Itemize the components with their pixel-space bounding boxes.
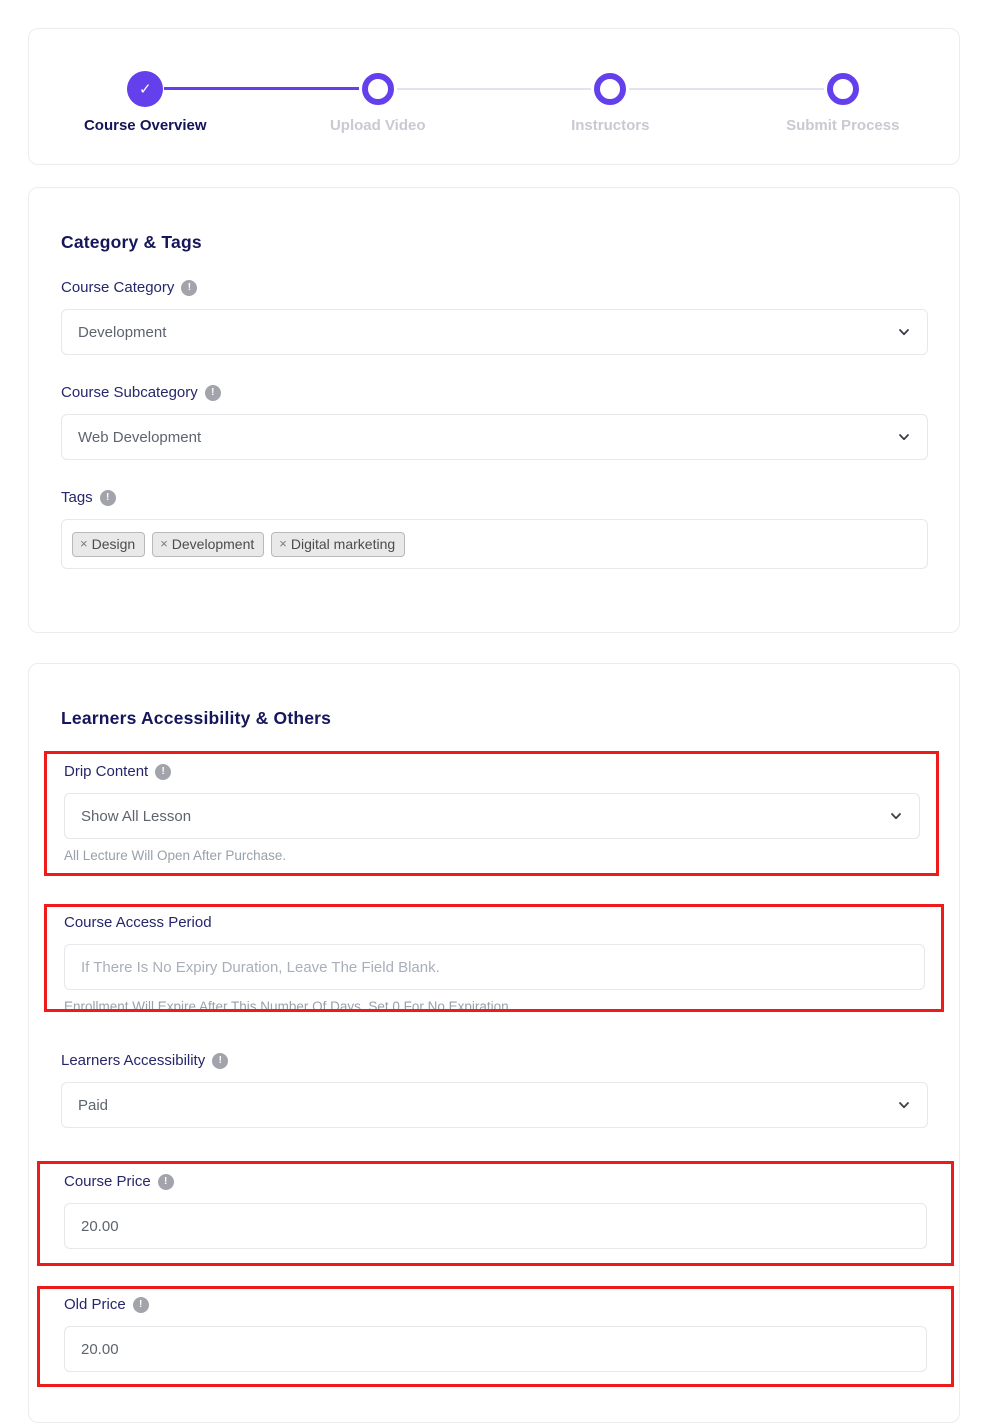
course-category-select[interactable]: Development: [61, 309, 928, 355]
step-circle[interactable]: [594, 73, 626, 105]
drip-content-value: Show All Lesson: [81, 808, 191, 825]
highlight-box-drip-content: Drip Content ! Show All Lesson All Lectu…: [44, 751, 939, 876]
tag-chip-label: Design: [92, 536, 136, 552]
chevron-down-icon: [889, 809, 903, 823]
stepper-connector: [727, 88, 824, 90]
step-circle[interactable]: [827, 73, 859, 105]
step-label: Submit Process: [786, 117, 899, 134]
info-icon[interactable]: !: [155, 764, 171, 780]
stepper-card: ✓ Course Overview Upload Video I: [28, 28, 960, 165]
course-subcategory-label: Course Subcategory: [61, 384, 198, 401]
learners-accessibility-card: Learners Accessibility & Others Drip Con…: [28, 663, 960, 1423]
drip-content-select[interactable]: Show All Lesson: [64, 793, 920, 839]
step-instructors: Instructors: [494, 71, 727, 134]
remove-tag-icon[interactable]: ×: [279, 536, 287, 551]
course-subcategory-select[interactable]: Web Development: [61, 414, 928, 460]
check-icon: ✓: [139, 80, 152, 98]
course-form-page: ✓ Course Overview Upload Video I: [0, 0, 988, 1423]
step-course-overview: ✓ Course Overview: [29, 71, 262, 134]
chevron-down-icon: [897, 1098, 911, 1112]
info-icon[interactable]: !: [158, 1174, 174, 1190]
highlight-box-course-access-period: Course Access Period Enrollment Will Exp…: [44, 904, 944, 1012]
stepper-connector: [262, 87, 359, 90]
course-access-period-helper: Enrollment Will Expire After This Number…: [64, 999, 925, 1012]
category-tags-card: Category & Tags Course Category ! Develo…: [28, 187, 960, 633]
info-icon[interactable]: !: [181, 280, 197, 296]
old-price-label: Old Price: [64, 1296, 126, 1313]
learners-accessibility-select[interactable]: Paid: [61, 1082, 928, 1128]
tags-label: Tags: [61, 489, 93, 506]
info-icon[interactable]: !: [205, 385, 221, 401]
step-label: Upload Video: [330, 117, 426, 134]
stepper-connector: [494, 88, 591, 90]
section-title-learners-accessibility: Learners Accessibility & Others: [61, 708, 928, 729]
drip-content-label: Drip Content: [64, 763, 148, 780]
course-category-label: Course Category: [61, 279, 174, 296]
remove-tag-icon[interactable]: ×: [160, 536, 168, 551]
info-icon[interactable]: !: [100, 490, 116, 506]
chevron-down-icon: [897, 325, 911, 339]
step-label: Instructors: [571, 117, 649, 134]
old-price-input[interactable]: [64, 1326, 927, 1372]
course-access-period-input[interactable]: [64, 944, 925, 990]
highlight-box-old-price: Old Price !: [37, 1286, 954, 1387]
tags-input[interactable]: × Design × Development × Digital marketi…: [61, 519, 928, 569]
stepper-connector: [164, 87, 261, 90]
step-upload-video: Upload Video: [262, 71, 495, 134]
stepper-connector: [629, 88, 726, 90]
remove-tag-icon[interactable]: ×: [80, 536, 88, 551]
tag-chip-label: Digital marketing: [291, 536, 395, 552]
course-stepper: ✓ Course Overview Upload Video I: [29, 29, 959, 134]
stepper-connector: [397, 88, 494, 90]
course-subcategory-value: Web Development: [78, 429, 201, 446]
tag-chip[interactable]: × Development: [152, 532, 264, 557]
course-price-label: Course Price: [64, 1173, 151, 1190]
chevron-down-icon: [897, 430, 911, 444]
highlight-box-course-price: Course Price !: [37, 1161, 954, 1266]
drip-content-helper: All Lecture Will Open After Purchase.: [64, 848, 920, 863]
info-icon[interactable]: !: [133, 1297, 149, 1313]
tag-chip[interactable]: × Design: [72, 532, 145, 557]
course-category-value: Development: [78, 324, 166, 341]
tag-chip-label: Development: [172, 536, 255, 552]
course-access-period-label: Course Access Period: [64, 914, 212, 931]
learners-accessibility-value: Paid: [78, 1097, 108, 1114]
step-label: Course Overview: [84, 117, 207, 134]
step-circle[interactable]: [362, 73, 394, 105]
step-check-circle[interactable]: ✓: [127, 71, 163, 107]
step-submit-process: Submit Process: [727, 71, 960, 134]
tag-chip[interactable]: × Digital marketing: [271, 532, 405, 557]
course-price-input[interactable]: [64, 1203, 927, 1249]
learners-accessibility-label: Learners Accessibility: [61, 1052, 205, 1069]
info-icon[interactable]: !: [212, 1053, 228, 1069]
section-title-category-tags: Category & Tags: [61, 232, 928, 253]
